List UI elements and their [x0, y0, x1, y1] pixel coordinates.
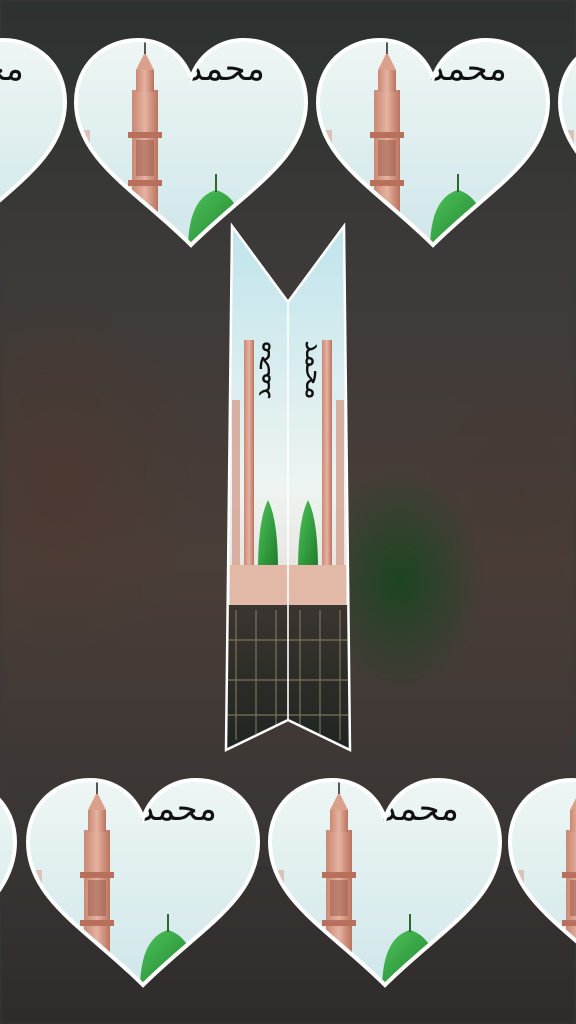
artwork-layer: محمد محمد محمد: [0, 0, 576, 1024]
heart-bottom-1: [28, 780, 258, 990]
heart-top-right-partial: [560, 40, 576, 250]
ribbon-calligraphy-right: محمد: [299, 340, 329, 399]
ribbon-calligraphy-left: محمد: [247, 340, 277, 399]
heart-bottom-2: [270, 780, 500, 990]
heart-top-2: [318, 40, 548, 250]
heart-bottom-left-partial: [0, 780, 15, 990]
heart-bottom-right-partial: [510, 780, 576, 990]
heart-top-left-partial: [0, 40, 65, 250]
wallpaper-stage: محمد محمد محمد: [0, 0, 576, 1024]
center-ribbon-panel: محمد محمد: [224, 222, 352, 753]
heart-top-1: [76, 40, 306, 250]
